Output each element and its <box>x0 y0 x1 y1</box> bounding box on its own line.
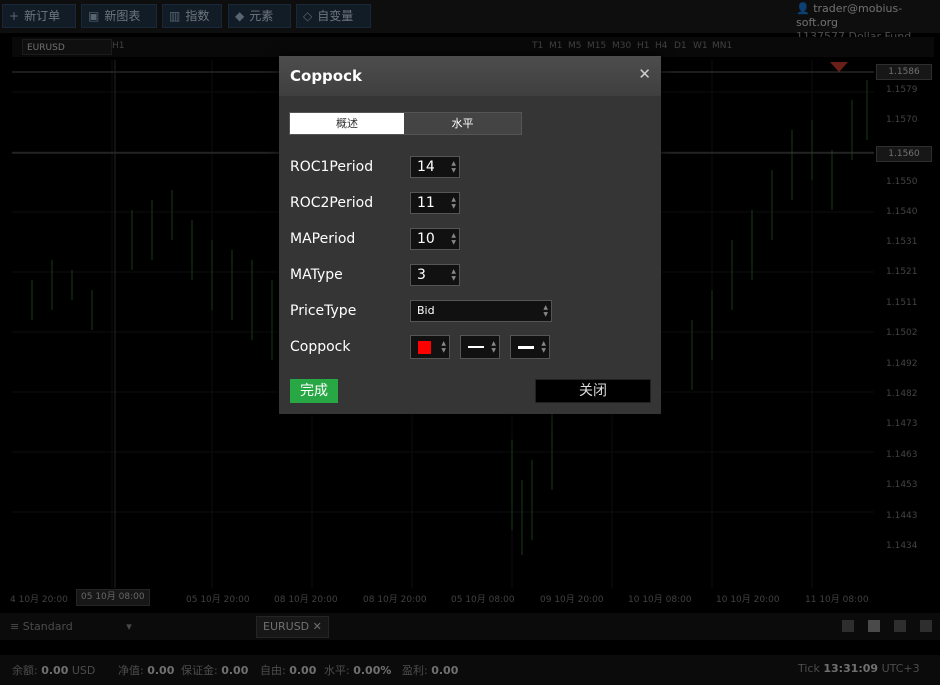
price-type-label: PriceType <box>290 303 357 319</box>
stepper-arrows-icon[interactable]: ▲ ▼ <box>451 268 456 282</box>
roc1-period-stepper[interactable]: 14 ▲ ▼ <box>410 156 460 178</box>
tab-overview[interactable]: 概述 <box>290 113 404 134</box>
select-arrows-icon: ▲ ▼ <box>543 304 548 318</box>
ma-period-label: MAPeriod <box>290 231 356 247</box>
line-style-select[interactable]: ▲ ▼ <box>460 335 500 359</box>
line-style-icon <box>468 346 484 348</box>
coppock-dialog: Coppock ✕ 概述 水平 ROC1Period 14 ▲ ▼ ROC2Per… <box>279 56 661 414</box>
done-button[interactable]: 完成 <box>290 379 338 403</box>
ma-type-label: MAType <box>290 267 343 283</box>
select-arrows-icon: ▲ ▼ <box>541 340 546 354</box>
stepper-arrows-icon[interactable]: ▲ ▼ <box>451 196 456 210</box>
color-swatch <box>418 341 431 354</box>
line-width-select[interactable]: ▲ ▼ <box>510 335 550 359</box>
dialog-header: Coppock ✕ <box>279 56 661 96</box>
coppock-style-label: Coppock <box>290 339 351 355</box>
select-arrows-icon: ▲ ▼ <box>491 340 496 354</box>
ma-type-stepper[interactable]: 3 ▲ ▼ <box>410 264 460 286</box>
price-type-select[interactable]: Bid ▲ ▼ <box>410 300 552 322</box>
select-arrows-icon: ▲ ▼ <box>441 340 446 354</box>
stepper-arrows-icon[interactable]: ▲ ▼ <box>451 160 456 174</box>
stepper-arrows-icon[interactable]: ▲ ▼ <box>451 232 456 246</box>
roc2-period-stepper[interactable]: 11 ▲ ▼ <box>410 192 460 214</box>
dialog-title: Coppock <box>290 67 362 85</box>
line-width-icon <box>518 346 534 349</box>
tab-levels[interactable]: 水平 <box>404 113 521 134</box>
close-icon[interactable]: ✕ <box>638 65 651 83</box>
ma-period-stepper[interactable]: 10 ▲ ▼ <box>410 228 460 250</box>
dialog-tabs: 概述 水平 <box>289 112 522 135</box>
roc1-period-label: ROC1Period <box>290 159 374 175</box>
close-button[interactable]: 关闭 <box>535 379 651 403</box>
roc2-period-label: ROC2Period <box>290 195 374 211</box>
line-color-picker[interactable]: ▲ ▼ <box>410 335 450 359</box>
